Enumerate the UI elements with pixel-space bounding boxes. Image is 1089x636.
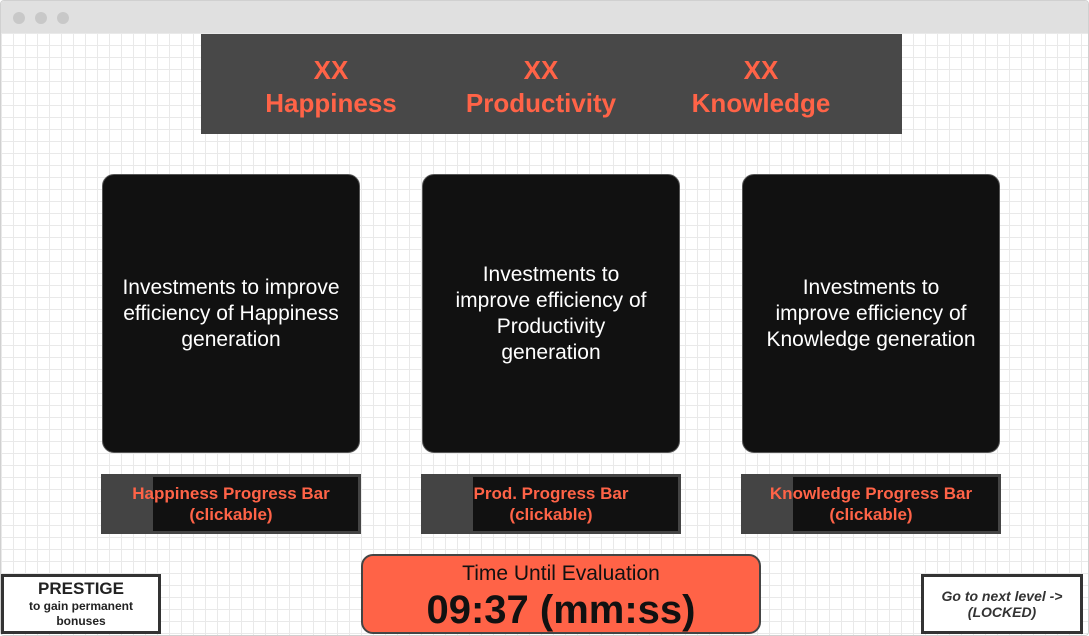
progress-bar-label-text: Happiness Progress Bar (clickable) [132, 484, 330, 524]
productivity-investment-card[interactable]: Investments to improve efficiency of Pro… [422, 174, 680, 453]
stat-value: XX [743, 55, 779, 85]
prestige-title: PRESTIGE [38, 579, 124, 598]
stat-value: XX [523, 55, 559, 85]
progress-bar-label: Knowledge Progress Bar (clickable) [741, 474, 1001, 534]
stat-happiness: XX Happiness [231, 54, 431, 120]
knowledge-investment-card[interactable]: Investments to improve efficiency of Kno… [742, 174, 1000, 453]
card-text: Investments to improve efficiency of Kno… [766, 275, 976, 351]
stats-panel: XX Happiness XX Productivity XX Knowledg… [201, 34, 902, 134]
happiness-investment-card[interactable]: Investments to improve efficiency of Hap… [102, 174, 360, 453]
window-dot-icon [35, 12, 47, 24]
card-text: Investments to improve efficiency of Hap… [122, 275, 340, 351]
next-level-button[interactable]: Go to next level -> (LOCKED) [921, 574, 1083, 634]
progress-bar-label-text: Prod. Progress Bar (clickable) [473, 484, 629, 524]
stat-productivity: XX Productivity [441, 54, 641, 120]
progress-bar-label-text: Knowledge Progress Bar (clickable) [769, 484, 973, 524]
stat-label: Productivity [465, 88, 617, 118]
prestige-subtitle: to gain permanent bonuses [28, 599, 133, 628]
progress-bar-label: Prod. Progress Bar (clickable) [421, 474, 681, 534]
timer-value: 09:37 (mm:ss) [426, 588, 696, 632]
prestige-button[interactable]: PRESTIGE to gain permanent bonuses [1, 574, 161, 634]
timer-title: Time Until Evaluation [462, 562, 660, 585]
card-text: Investments to improve efficiency of Pro… [455, 262, 647, 364]
stat-knowledge: XX Knowledge [661, 54, 861, 120]
evaluation-timer: Time Until Evaluation 09:37 (mm:ss) [361, 554, 761, 634]
window-dot-icon [13, 12, 25, 24]
stat-label: Happiness [265, 88, 397, 118]
next-level-label: Go to next level -> (LOCKED) [941, 588, 1063, 620]
stat-value: XX [313, 55, 349, 85]
knowledge-progress-bar[interactable]: Knowledge Progress Bar (clickable) [741, 474, 1001, 534]
happiness-progress-bar[interactable]: Happiness Progress Bar (clickable) [101, 474, 361, 534]
stat-label: Knowledge [691, 88, 831, 118]
window-dot-icon [57, 12, 69, 24]
window-titlebar [1, 1, 1088, 33]
productivity-progress-bar[interactable]: Prod. Progress Bar (clickable) [421, 474, 681, 534]
progress-bar-label: Happiness Progress Bar (clickable) [101, 474, 361, 534]
